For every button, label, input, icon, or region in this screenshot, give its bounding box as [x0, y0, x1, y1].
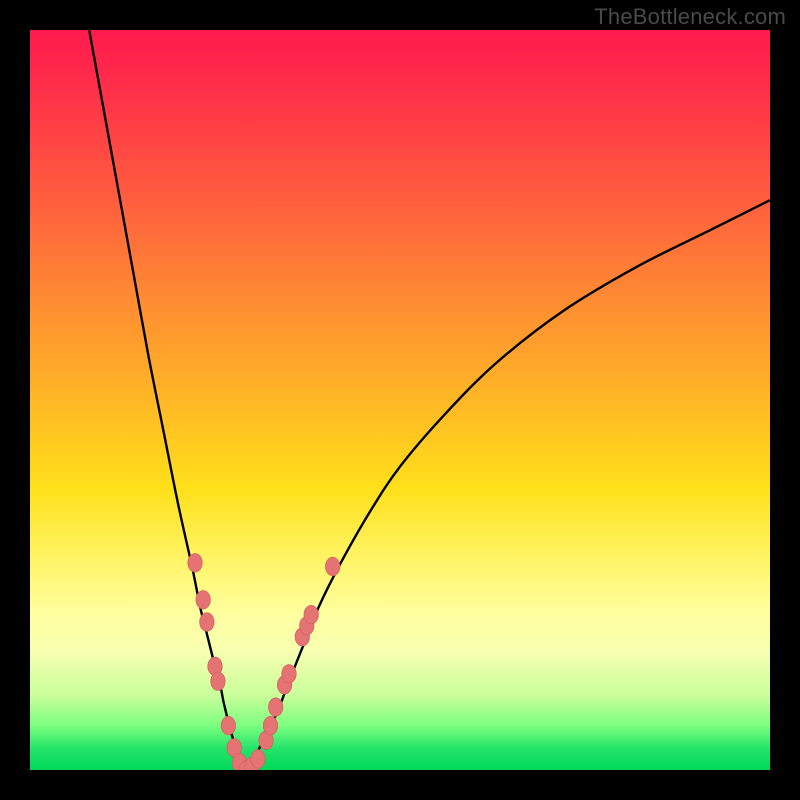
watermark-text: TheBottleneck.com: [594, 4, 786, 30]
data-marker: [325, 557, 339, 575]
data-marker: [188, 554, 202, 572]
data-marker: [211, 672, 225, 690]
data-marker: [268, 698, 282, 716]
plot-area: [30, 30, 770, 770]
data-marker: [304, 605, 318, 623]
curve-right-branch: [246, 200, 770, 770]
data-marker: [282, 665, 296, 683]
data-marker: [221, 716, 235, 734]
chart-frame: TheBottleneck.com: [0, 0, 800, 800]
curve-left-branch: [89, 30, 246, 770]
data-marker: [251, 750, 265, 768]
data-marker: [196, 591, 210, 609]
data-marker: [263, 716, 277, 734]
data-marker: [200, 613, 214, 631]
bottleneck-curve: [30, 30, 770, 770]
